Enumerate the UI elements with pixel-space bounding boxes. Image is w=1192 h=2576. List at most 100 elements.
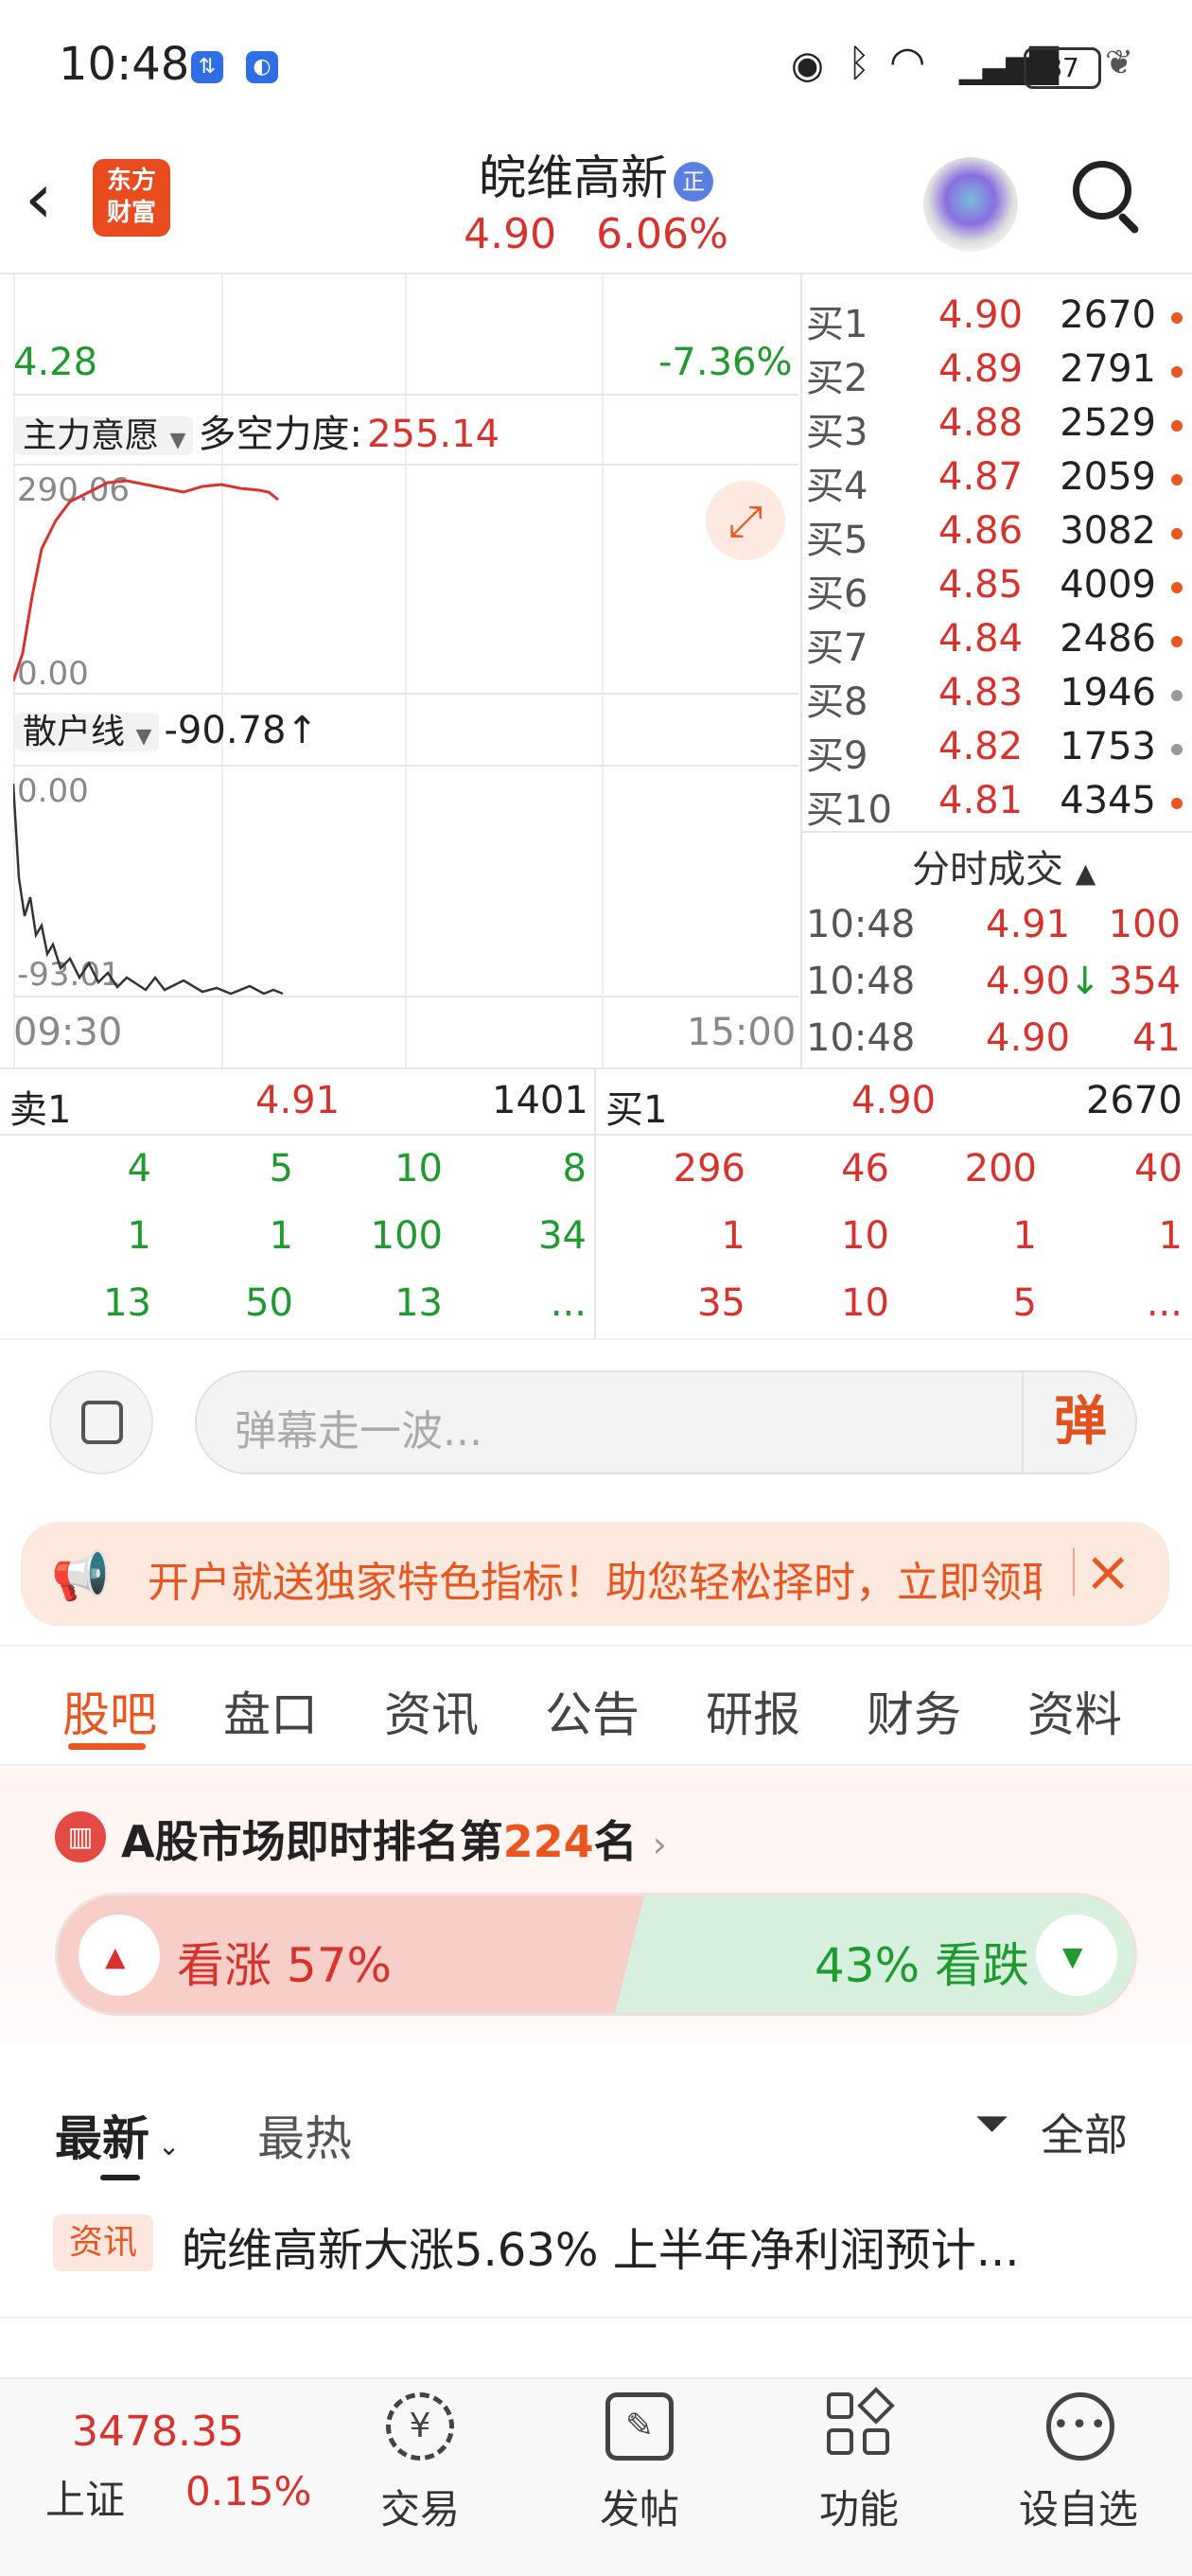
- order-book-row[interactable]: 买3 4.88 2529: [806, 397, 1184, 454]
- bid-level-label: 买2: [806, 357, 868, 400]
- price-low-label: 4.28: [13, 341, 98, 384]
- nav-functions[interactable]: 功能: [764, 2478, 954, 2535]
- tab-research[interactable]: 研报: [706, 1677, 800, 1745]
- divider: [13, 394, 798, 396]
- order-book-row[interactable]: 买2 4.89 2791: [806, 344, 1184, 400]
- rank-number: 224: [502, 1816, 594, 1867]
- nav-trade[interactable]: 交易: [325, 2478, 515, 2535]
- order-book-row[interactable]: 买10 4.81 4345: [806, 775, 1184, 832]
- index-value[interactable]: 3478.35: [72, 2408, 244, 2456]
- vote-up-button[interactable]: ▲: [79, 1914, 160, 1996]
- depth-sell-cell: 4: [127, 1147, 151, 1191]
- sort-hot[interactable]: 最热: [257, 2101, 352, 2169]
- order-book-row[interactable]: 买1 4.90 2670: [806, 290, 1184, 346]
- trade-icon[interactable]: ¥: [386, 2392, 454, 2461]
- header-price: 4.90: [464, 210, 557, 258]
- depth-divider: [594, 1067, 596, 1338]
- filter-all[interactable]: 全部: [1041, 2101, 1128, 2163]
- indicator1-value: 255.14: [367, 413, 500, 456]
- vote-down-button[interactable]: ▼: [1036, 1914, 1117, 1996]
- depth-buy-cell: 40: [1134, 1147, 1183, 1191]
- depth-left-vol: 1401: [492, 1079, 588, 1122]
- tab-active-indicator: [68, 1743, 146, 1750]
- danmu-settings-button[interactable]: [49, 1370, 153, 1474]
- status-time: 10:48: [59, 38, 190, 91]
- indicator2-row: 散户线 ▼ -90.78↑: [15, 704, 318, 753]
- order-book-row[interactable]: 买7 4.84 2486: [806, 613, 1184, 670]
- indicator2-select[interactable]: 散户线 ▼: [15, 713, 160, 751]
- chevron-down-icon: ▼: [169, 429, 186, 452]
- promo-text[interactable]: 开户就送独家特色指标！助您轻松择时，立即领取: [148, 1548, 1042, 1609]
- tab-guba[interactable]: 股吧: [62, 1677, 157, 1745]
- depth-buy-cell: 10: [841, 1281, 889, 1325]
- depth-buy-cell: 1: [721, 1214, 745, 1258]
- indicator1-select[interactable]: 主力意愿 ▼: [15, 416, 194, 455]
- sort-latest[interactable]: 最新 ⌄: [55, 2101, 180, 2169]
- news-title[interactable]: 皖维高新大涨5.63% 上半年净利润预计...: [182, 2213, 1137, 2279]
- bid-dot-icon: [1171, 636, 1183, 647]
- bid-level-label: 买7: [806, 626, 868, 670]
- leaf-icon: ❦: [1105, 44, 1134, 82]
- rank-title[interactable]: A股市场即时排名第224名 ›: [121, 1808, 667, 1870]
- index-pct[interactable]: 0.15%: [185, 2468, 311, 2514]
- depth-sell-cell: 10: [394, 1147, 443, 1191]
- header-change: 6.06%: [596, 210, 728, 258]
- order-book-row[interactable]: 买4 4.87 2059: [806, 451, 1184, 508]
- more-icon[interactable]: •••: [1046, 2392, 1114, 2461]
- trade-price: 4.90: [986, 1016, 1071, 1060]
- indicator2-label: 散户线: [23, 713, 126, 751]
- bid-level-label: 买6: [806, 573, 868, 616]
- bid-price: 4.85: [938, 563, 1024, 607]
- index-name[interactable]: 上证: [45, 2468, 125, 2526]
- nav-post[interactable]: 发帖: [545, 2478, 734, 2535]
- tab-finance[interactable]: 财务: [867, 1677, 961, 1745]
- divider: [802, 831, 1192, 833]
- order-book-row[interactable]: 买9 4.82 1753: [806, 721, 1184, 778]
- close-icon[interactable]: ×: [1084, 1539, 1131, 1605]
- depth-sell-cell: ...: [550, 1281, 587, 1325]
- tab-pankou[interactable]: 盘口: [223, 1677, 318, 1745]
- divider: [0, 1645, 1192, 1647]
- filter-icon[interactable]: ⏷: [974, 2097, 1009, 2150]
- indicator1-row: 主力意愿 ▼ 多空力度: 255.14: [15, 403, 500, 458]
- depth-sell-cell: 5: [269, 1147, 293, 1191]
- bid-dot-icon: [1171, 690, 1183, 701]
- bid-price: 4.82: [938, 725, 1024, 768]
- battery-icon: 87: [1024, 47, 1101, 89]
- robot-assistant-icon[interactable]: [923, 157, 1018, 252]
- stock-name: 皖维高新: [479, 150, 668, 205]
- depth-buy-cell: 46: [841, 1147, 889, 1191]
- panel-divider: [800, 274, 802, 1067]
- expand-icon[interactable]: ⤢: [706, 481, 785, 560]
- bid-volume: 2791: [1060, 347, 1156, 391]
- indicator1-name: 多空力度:: [198, 413, 362, 456]
- promo-divider: [1073, 1548, 1075, 1596]
- depth-buy-cell: 5: [1012, 1281, 1037, 1325]
- bid-dot-icon: [1171, 798, 1183, 809]
- depth-buy-cell: 10: [841, 1214, 889, 1258]
- danmu-send-button[interactable]: 弹: [1022, 1372, 1137, 1473]
- nav-add-watchlist[interactable]: 设自选: [984, 2478, 1173, 2535]
- trades-title[interactable]: 分时成交 ▲: [912, 838, 1096, 893]
- tab-news[interactable]: 资讯: [384, 1677, 479, 1745]
- order-book-row[interactable]: 买5 4.86 3082: [806, 505, 1184, 562]
- tab-profile[interactable]: 资料: [1027, 1677, 1122, 1745]
- trades-title-text: 分时成交: [912, 848, 1063, 891]
- bid-dot-icon: [1171, 744, 1183, 755]
- triangle-up-icon: ▲: [105, 1941, 126, 1972]
- status-bar: 10:48 ⇅ ◐ ◉ ᛒ ◠ ▁▃▅▇ 87 ❦: [0, 0, 1192, 132]
- depth-buy-cell: 35: [697, 1281, 745, 1325]
- notification-app-icon: ⇅: [191, 51, 223, 83]
- grid-icon[interactable]: [827, 2387, 895, 2461]
- bid-volume: 4009: [1060, 563, 1156, 607]
- trade-time: 10:48: [806, 1016, 916, 1060]
- order-book-row[interactable]: 买8 4.83 1946: [806, 667, 1184, 724]
- order-book-row[interactable]: 买6 4.85 4009: [806, 559, 1184, 616]
- depth-buy-cell: 1: [1012, 1214, 1037, 1258]
- depth-sell-cell: 8: [562, 1147, 587, 1191]
- depth-sell-cell: 13: [394, 1281, 443, 1325]
- trade-volume: 41: [1132, 1016, 1181, 1060]
- search-icon[interactable]: [1073, 161, 1131, 220]
- tab-announcements[interactable]: 公告: [545, 1677, 640, 1745]
- compose-icon[interactable]: ✎: [605, 2392, 674, 2461]
